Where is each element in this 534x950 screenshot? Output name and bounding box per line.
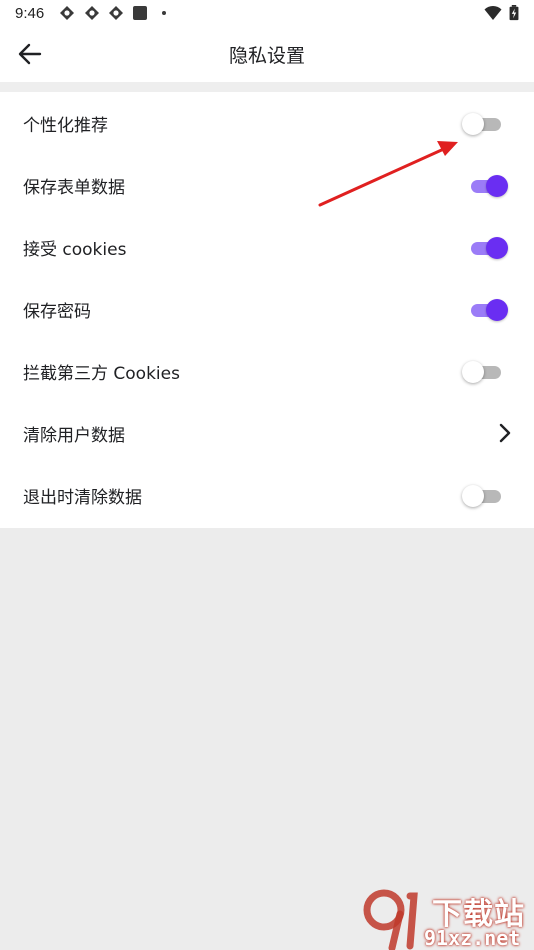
status-time: 9:46 — [15, 5, 45, 22]
app-icon — [109, 6, 123, 20]
status-bar: 9:46 — [0, 0, 534, 26]
site-logo-icon — [363, 889, 418, 950]
wifi-icon — [484, 5, 502, 20]
save-form-data-toggle[interactable] — [462, 174, 510, 198]
app-icon — [85, 6, 99, 20]
setting-row-accept-cookies[interactable]: 接受 cookies — [0, 216, 534, 278]
chevron-right-icon[interactable] — [495, 421, 515, 445]
battery-charging-icon — [509, 5, 519, 21]
setting-label: 退出时清除数据 — [23, 488, 142, 508]
watermark: 下载站 91xz.net — [362, 888, 534, 950]
setting-label: 保存密码 — [23, 302, 91, 322]
setting-row-block-third-party-cookies[interactable]: 拦截第三方 Cookies — [0, 340, 534, 402]
setting-row-save-form-data[interactable]: 保存表单数据 — [0, 154, 534, 216]
setting-label: 个性化推荐 — [23, 116, 108, 136]
settings-list: 个性化推荐 保存表单数据 接受 cookies 保存密码 拦截第三方 Cooki… — [0, 92, 534, 528]
page-title: 隐私设置 — [228, 45, 305, 67]
gallery-icon — [133, 6, 147, 20]
divider — [0, 82, 534, 92]
watermark-url: 91xz.net — [424, 926, 521, 950]
setting-label: 保存表单数据 — [23, 178, 125, 198]
personalized-recommendation-toggle[interactable] — [462, 112, 510, 136]
accept-cookies-toggle[interactable] — [462, 236, 510, 260]
block-third-party-cookies-toggle[interactable] — [462, 360, 510, 384]
setting-label: 接受 cookies — [23, 240, 127, 260]
setting-label: 拦截第三方 Cookies — [23, 364, 180, 384]
setting-row-clear-data-on-exit[interactable]: 退出时清除数据 — [0, 464, 534, 526]
setting-row-personalized-recommendation[interactable]: 个性化推荐 — [0, 92, 534, 154]
save-password-toggle[interactable] — [462, 298, 510, 322]
clear-data-on-exit-toggle[interactable] — [462, 484, 510, 508]
dot-icon — [162, 11, 166, 15]
setting-label: 清除用户数据 — [23, 426, 125, 446]
setting-row-save-password[interactable]: 保存密码 — [0, 278, 534, 340]
app-icon — [60, 6, 74, 20]
app-bar: 隐私设置 — [0, 26, 534, 82]
setting-row-clear-user-data[interactable]: 清除用户数据 — [0, 402, 534, 464]
